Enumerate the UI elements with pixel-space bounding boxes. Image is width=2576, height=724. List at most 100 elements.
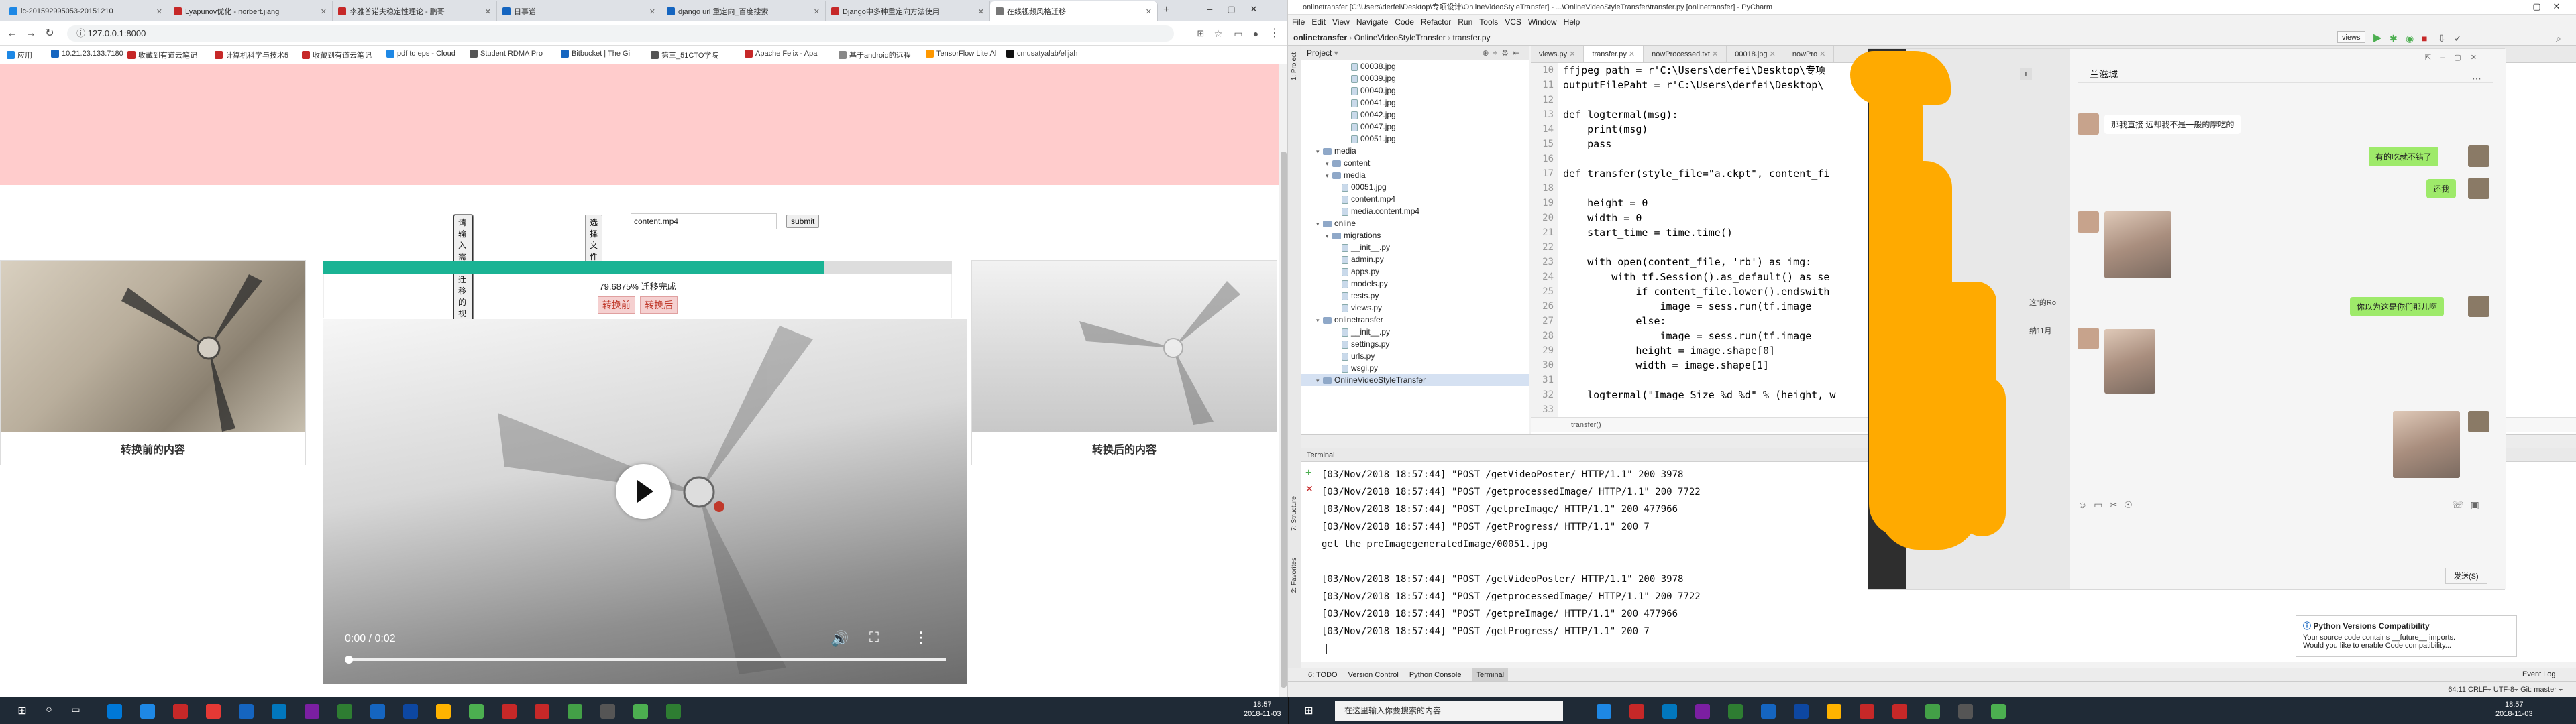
taskbar-app-icon[interactable] [403,704,418,719]
close-tab-icon[interactable]: ✕ [156,7,162,16]
vcs-update-icon[interactable]: ⇩ [2438,30,2446,46]
tree-file[interactable]: models.py [1301,278,1529,290]
taskbar-app-icon[interactable] [206,704,221,719]
volume-icon[interactable]: 🔊 [830,630,849,648]
close-tab-icon[interactable]: ✕ [1768,50,1776,58]
photo-message[interactable] [2393,411,2460,478]
menu-help[interactable]: Help [1564,15,1580,29]
breadcrumb-2[interactable]: transfer.py [1452,33,1490,42]
taskbar-app-icon[interactable] [600,704,615,719]
tree-folder[interactable]: ▾ media [1301,169,1529,181]
taskbar-app-icon[interactable] [1794,704,1809,719]
search-icon[interactable]: ○ [42,704,56,719]
expand-arrow-icon[interactable]: ▾ [1326,170,1332,182]
menu-vcs[interactable]: VCS [1505,15,1521,29]
window-controls[interactable]: –▢✕ [2516,1,2572,12]
project-title[interactable]: Project [1307,48,1332,58]
tree-file[interactable]: 00051.jpg [1301,133,1529,145]
tree-file[interactable]: apps.py [1301,265,1529,278]
taskbar-app-icon[interactable] [1860,704,1874,719]
menu-window[interactable]: Window [1528,15,1557,29]
taskbar-app-icon[interactable] [1662,704,1677,719]
menu-file[interactable]: File [1292,15,1305,29]
close-tab-icon[interactable]: ✕ [1567,50,1575,58]
run-icon[interactable]: ▶ [2373,30,2381,46]
taskbar-app-icon[interactable] [140,704,155,719]
debug-icon[interactable]: ✱ [2390,30,2398,46]
task-view-icon[interactable]: ▭ [68,704,83,719]
menu-navigate[interactable]: Navigate [1356,15,1388,29]
breadcrumb-1[interactable]: OnlineVideoStyleTransfer [1354,33,1446,42]
before-button[interactable]: 转换前 [597,296,635,314]
taskbar-app-icon[interactable] [1991,704,2006,719]
taskbar-app-icon[interactable] [666,704,681,719]
choose-file-button[interactable]: 选择文件 [585,215,603,264]
send-button[interactable]: 发送(S) [2445,568,2487,584]
contact-avatar[interactable] [2078,328,2099,349]
tree-file[interactable]: admin.py [1301,253,1529,265]
taskbar-app-icon[interactable] [1958,704,1973,719]
tool-tab-0[interactable]: 6: TODO [1308,668,1338,681]
taskbar-app-icon[interactable] [107,704,122,719]
bookmark-5[interactable]: pdf to eps - Cloud [386,50,455,58]
tree-folder[interactable]: ▾ content [1301,157,1529,169]
tree-folder[interactable]: ▾ media [1301,145,1529,157]
tree-file[interactable]: 00051.jpg [1301,181,1529,193]
expand-arrow-icon[interactable]: ▾ [1316,375,1323,387]
account-icon[interactable]: ● [1249,27,1263,40]
taskbar-app-icon[interactable] [469,704,484,719]
tree-file[interactable]: tests.py [1301,290,1529,302]
call-icons[interactable]: ☏▣ [2452,499,2486,511]
taskbar-app-icon[interactable] [337,704,352,719]
terminal-output[interactable]: [03/Nov/2018 18:57:44] "POST /getVideoPo… [1322,466,1701,658]
windows-start-icon[interactable]: ⊞ [1301,704,1316,719]
taskbar-app-icon[interactable] [239,704,254,719]
tree-folder[interactable]: ▾ onlinetransfer [1301,314,1529,326]
editor-tab-4[interactable]: nowPro ✕ [1784,46,1835,62]
editor-tab-2[interactable]: nowProcessed.txt ✕ [1644,46,1727,62]
chat-input-toolbar[interactable]: ☺▭✂☉ [2078,499,2139,511]
tree-file[interactable]: settings.py [1301,338,1529,350]
menu-icon[interactable]: ⋮ [1268,27,1281,40]
run-config-select[interactable]: views [2337,31,2365,43]
back-icon[interactable]: ← [5,27,19,40]
seek-handle[interactable] [345,656,353,664]
submit-button[interactable]: submit [786,215,820,228]
close-tab-icon[interactable]: ✕ [1627,50,1635,58]
tree-file[interactable]: 00040.jpg [1301,84,1529,97]
bookmark-1[interactable]: 10.21.23.133:7180 [51,50,123,58]
menu-tools[interactable]: Tools [1479,15,1498,29]
close-tab-icon[interactable]: ✕ [1817,50,1825,58]
taskbar-app-icon[interactable] [1597,704,1611,719]
menu-view[interactable]: View [1332,15,1350,29]
address-bar[interactable]: ⓘ 127.0.0.1:8000 [67,25,1174,42]
info-icon[interactable]: ⓘ [76,28,88,38]
fullscreen-icon[interactable]: ⛶ [869,630,879,646]
tool-tab-3[interactable]: Terminal [1472,668,1509,681]
expand-arrow-icon[interactable]: ▾ [1316,218,1323,230]
translate-icon[interactable]: ⊞ [1194,27,1208,40]
favorites-tool-tab[interactable]: 2: Favorites [1291,558,1298,593]
expand-arrow-icon[interactable]: ▾ [1316,145,1323,158]
my-avatar[interactable] [2468,145,2489,167]
stop-icon[interactable]: ■ [2422,30,2427,46]
cast-icon[interactable]: ▭ [1232,27,1245,40]
forward-icon[interactable]: → [24,27,38,40]
menu-code[interactable]: Code [1395,15,1414,29]
taskbar-app-icon[interactable] [535,704,549,719]
browser-tab-1[interactable]: Lyapunov优化 - norbert.jiang ✕ [168,1,333,21]
video-player[interactable]: 0:00 / 0:02 🔊 ⛶ ⋮ [323,319,967,684]
close-tab-icon[interactable]: ✕ [978,7,984,16]
taskbar-app-icon[interactable] [1629,704,1644,719]
add-chat-icon[interactable]: + [2020,68,2032,80]
taskbar-search[interactable]: 在这里输入你要搜索的内容 [1335,701,1563,721]
taskbar-app-icon[interactable] [272,704,286,719]
tree-file[interactable]: 00047.jpg [1301,121,1529,133]
taskbar-app-icon[interactable] [173,704,188,719]
my-avatar[interactable] [2468,411,2489,432]
after-button[interactable]: 转换后 [640,296,678,314]
taskbar-app-icon[interactable] [1925,704,1940,719]
taskbar-app-icon[interactable] [1827,704,1841,719]
reload-icon[interactable]: ↻ [43,27,56,40]
close-tab-icon[interactable]: ✕ [321,7,327,16]
